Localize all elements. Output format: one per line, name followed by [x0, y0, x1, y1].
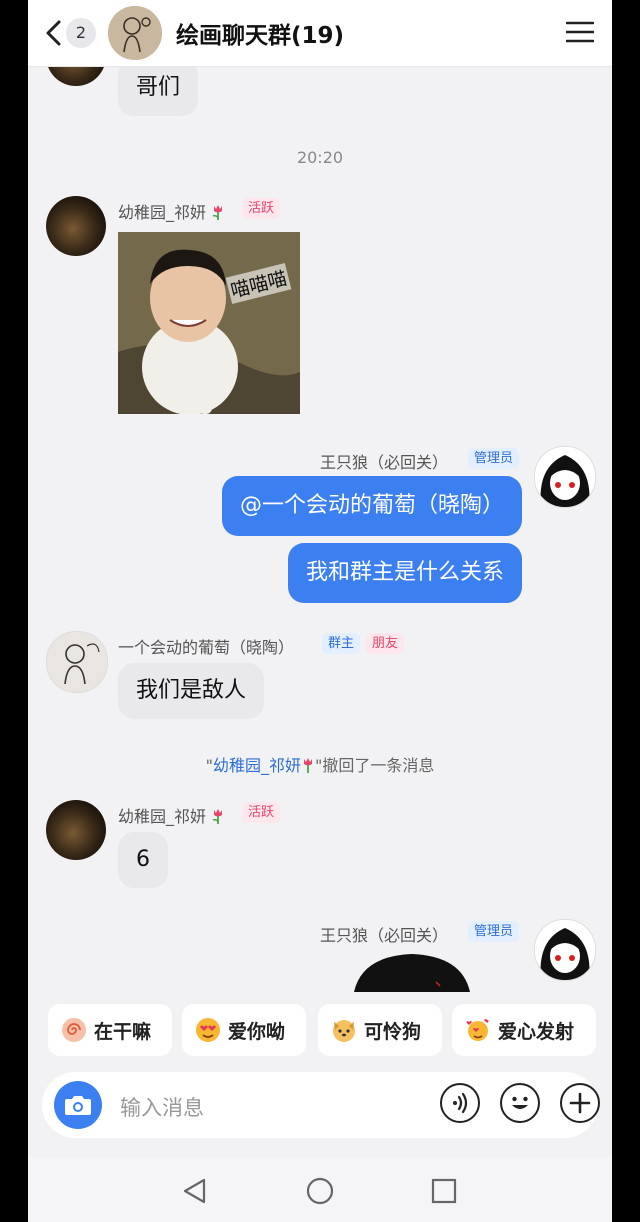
quick-reply-label: 在干嘛: [94, 1020, 152, 1043]
sender-name: 幼稚园_祁妍: [118, 803, 225, 827]
avatar[interactable]: [534, 919, 596, 981]
sender-name-text: 幼稚园_祁妍: [118, 807, 207, 826]
sender-name: 幼稚园_祁妍: [118, 199, 225, 223]
quick-reply-chip[interactable]: 在干嘛: [48, 1004, 172, 1056]
unread-count-badge[interactable]: 2: [66, 18, 96, 48]
activity-tag: 活跃: [242, 802, 281, 823]
nav-recents-icon[interactable]: [429, 1176, 459, 1206]
activity-tag: 活跃: [242, 198, 281, 219]
system-nav-bar: [28, 1158, 612, 1222]
quick-reply-label: 爱你呦: [228, 1020, 286, 1043]
camera-icon: [65, 1096, 91, 1115]
voice-wave-icon: [452, 1092, 467, 1113]
avatar[interactable]: [46, 196, 106, 256]
more-button[interactable]: [560, 1083, 600, 1123]
nav-back-icon[interactable]: [180, 1176, 210, 1206]
group-title: 绘画聊天群(19): [176, 23, 345, 49]
partial-image-message[interactable]: [352, 952, 472, 992]
back-arrow-icon[interactable]: [42, 18, 66, 48]
quick-reply-chip[interactable]: 爱你呦: [182, 1004, 306, 1056]
quick-reply-bar: 在干嘛 爱你呦 可怜狗 爱心发射: [28, 994, 612, 1068]
group-avatar[interactable]: [108, 6, 162, 60]
sender-name-text: 幼稚园_祁妍: [118, 203, 207, 222]
message-bubble[interactable]: 我们是敌人: [118, 663, 265, 719]
anime-girl-icon: [535, 920, 595, 980]
recall-user[interactable]: 幼稚园_祁妍: [213, 756, 301, 775]
avatar[interactable]: [46, 631, 108, 693]
hearts-emoji-icon: [466, 1019, 490, 1041]
timestamp: 20:20: [296, 148, 344, 167]
voice-button[interactable]: [440, 1083, 480, 1123]
menu-icon[interactable]: [566, 20, 594, 44]
avatar[interactable]: [46, 800, 106, 860]
sketch-figure-icon: [108, 6, 162, 60]
message-bubble[interactable]: 6: [118, 832, 168, 888]
message-input-bar: 输入消息: [42, 1072, 600, 1138]
friend-tag: 朋友: [366, 633, 405, 654]
message-bubble[interactable]: 我和群主是什么关系: [287, 543, 522, 603]
anime-girl-icon: [535, 447, 595, 507]
nav-home-icon[interactable]: [305, 1176, 335, 1206]
heart-eyes-emoji-icon: [196, 1018, 220, 1042]
recall-text: 撤回了一条消息: [322, 756, 435, 775]
plus-icon: [569, 1092, 590, 1113]
chat-header: 2 绘画聊天群(19): [28, 0, 612, 67]
dog-emoji-icon: [333, 1020, 355, 1042]
meme-image: [118, 232, 300, 414]
admin-tag: 管理员: [468, 921, 520, 942]
tulip-icon: [304, 758, 312, 773]
quick-reply-chip[interactable]: 可怜狗: [318, 1004, 442, 1056]
avatar[interactable]: [534, 446, 596, 508]
sender-name: 王只狼（必回关）: [320, 453, 449, 472]
chat-message-list[interactable]: 哥们 20:20 幼稚园_祁妍 活跃 喵喵喵 王只狼（必回关） 管理员 @一个会…: [28, 66, 612, 992]
avatar[interactable]: [46, 66, 106, 86]
tulip-icon: [212, 809, 223, 824]
sender-name: 王只狼（必回关）: [320, 926, 449, 945]
admin-tag: 管理员: [468, 448, 520, 469]
message-input[interactable]: 输入消息: [120, 1092, 204, 1122]
quick-reply-chip[interactable]: 爱心发射: [452, 1004, 596, 1056]
quick-reply-label: 可怜狗: [364, 1020, 422, 1043]
sketch-figure-icon: [47, 632, 107, 692]
recall-quote-open: ": [205, 756, 213, 775]
phone-screen: 2 绘画聊天群(19) 哥们 20:20 幼稚园_祁妍 活跃 喵喵喵 王只狼（必…: [28, 0, 612, 1222]
quick-reply-label: 爱心发射: [498, 1020, 575, 1043]
recall-notice: "幼稚园_祁妍 "撤回了一条消息: [28, 752, 612, 776]
swirl-emoji-icon: [62, 1018, 86, 1042]
owner-tag: 群主: [322, 633, 361, 654]
message-bubble[interactable]: @一个会动的葡萄（晓陶）: [221, 476, 522, 536]
tulip-icon: [212, 205, 223, 220]
camera-button[interactable]: [54, 1081, 102, 1129]
sender-name: 一个会动的葡萄（晓陶）: [118, 638, 295, 657]
smiley-icon: [511, 1096, 528, 1109]
message-bubble[interactable]: 哥们: [118, 66, 199, 116]
image-message[interactable]: 喵喵喵: [118, 232, 300, 414]
emoji-button[interactable]: [500, 1083, 540, 1123]
